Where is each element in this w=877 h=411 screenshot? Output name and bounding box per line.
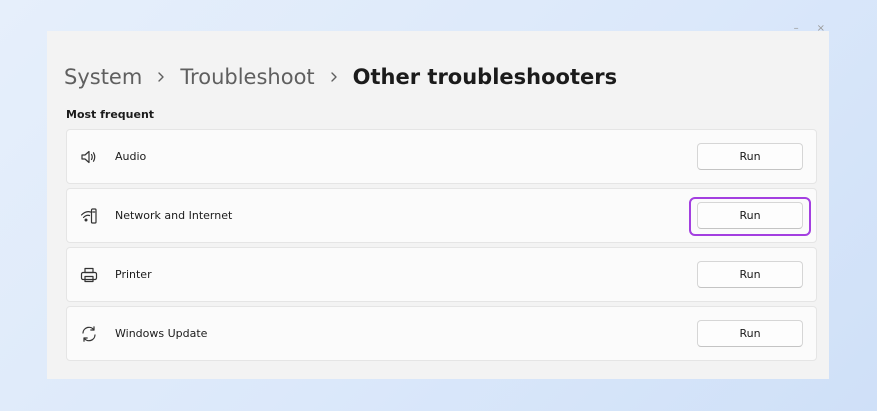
run-windows-update-button[interactable]: Run	[697, 320, 803, 347]
minimize-icon[interactable]: –	[794, 24, 799, 34]
window-controls: – ×	[794, 24, 825, 34]
troubleshooter-item-windows-update: Windows Update Run	[66, 306, 817, 361]
sync-icon	[80, 325, 98, 343]
chevron-right-icon	[142, 71, 180, 83]
breadcrumb-troubleshoot[interactable]: Troubleshoot	[180, 65, 314, 89]
troubleshooter-label: Audio	[115, 150, 147, 163]
run-network-button[interactable]: Run	[697, 202, 803, 229]
section-title: Most frequent	[66, 108, 155, 121]
settings-window: – × System Troubleshoot Other troublesho…	[47, 24, 829, 379]
troubleshooter-label: Printer	[115, 268, 152, 281]
troubleshooter-item-network: Network and Internet Run	[66, 188, 817, 243]
troubleshooter-list: Audio Run Network and Internet Run Print…	[66, 129, 817, 365]
troubleshooter-label: Windows Update	[115, 327, 208, 340]
troubleshooter-item-audio: Audio Run	[66, 129, 817, 184]
chevron-right-icon	[315, 71, 353, 83]
close-icon[interactable]: ×	[817, 24, 825, 34]
troubleshooter-label: Network and Internet	[115, 209, 233, 222]
run-audio-button[interactable]: Run	[697, 143, 803, 170]
run-printer-button[interactable]: Run	[697, 261, 803, 288]
breadcrumb: System Troubleshoot Other troubleshooter…	[64, 65, 617, 89]
page-title: Other troubleshooters	[352, 65, 618, 89]
troubleshooter-item-printer: Printer Run	[66, 247, 817, 302]
breadcrumb-system[interactable]: System	[64, 65, 142, 89]
printer-icon	[80, 266, 98, 284]
wifi-network-icon	[80, 207, 98, 225]
speaker-icon	[80, 148, 98, 166]
